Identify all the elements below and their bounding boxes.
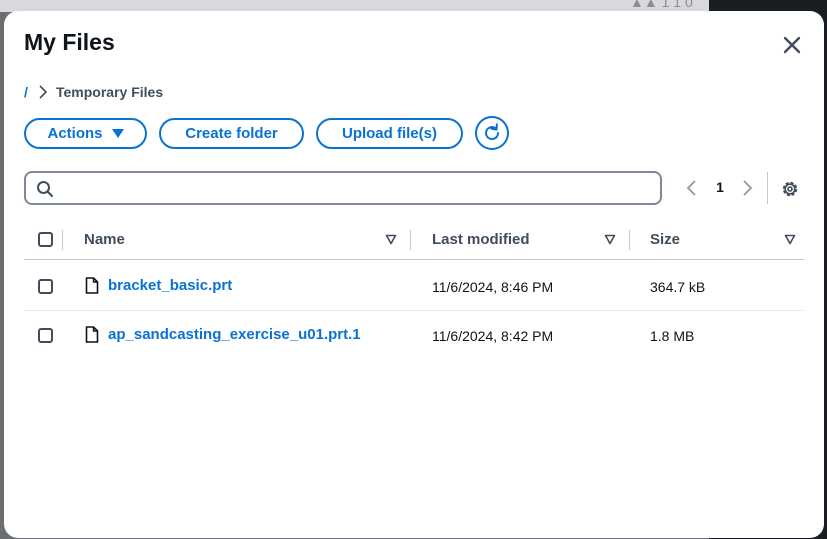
pager-divider	[767, 172, 768, 204]
last-modified-cell: 11/6/2024, 8:46 PM	[432, 279, 554, 295]
row-checkbox[interactable]	[38, 328, 53, 343]
background-app-glyph: ▲▲ 1 1 0	[630, 0, 693, 10]
column-divider	[629, 230, 630, 250]
dialog-title: My Files	[24, 29, 115, 55]
row-checkbox[interactable]	[38, 279, 53, 294]
column-header-size[interactable]: Size	[650, 231, 680, 248]
file-name-link[interactable]: bracket_basic.prt	[108, 277, 232, 294]
gear-icon[interactable]	[780, 179, 800, 199]
file-icon	[85, 277, 99, 294]
next-page-icon[interactable]	[739, 178, 755, 198]
actions-button[interactable]: Actions	[24, 118, 147, 149]
column-divider	[410, 230, 411, 250]
search-icon	[37, 181, 53, 197]
upload-files-button[interactable]: Upload file(s)	[316, 118, 463, 149]
refresh-button[interactable]	[475, 116, 509, 150]
header-separator	[24, 259, 804, 260]
sort-caret-icon[interactable]	[604, 234, 616, 245]
create-folder-button[interactable]: Create folder	[159, 118, 304, 149]
row-separator	[24, 310, 804, 311]
search-input[interactable]	[62, 177, 656, 201]
search-field	[24, 171, 662, 205]
my-files-dialog: My Files / Temporary Files Actions Creat…	[4, 11, 824, 538]
upload-files-label: Upload file(s)	[341, 125, 437, 142]
size-cell: 364.7 kB	[650, 279, 706, 295]
caret-down-icon	[111, 128, 124, 138]
current-page-number[interactable]: 1	[713, 179, 727, 195]
last-modified-cell: 11/6/2024, 8:42 PM	[432, 328, 554, 344]
file-icon	[85, 326, 99, 343]
column-header-last-modified[interactable]: Last modified	[432, 231, 530, 248]
refresh-icon	[485, 123, 500, 141]
breadcrumb-root-link[interactable]: /	[24, 84, 32, 100]
column-divider	[62, 230, 63, 250]
actions-button-label: Actions	[47, 125, 103, 142]
file-name-link[interactable]: ap_sandcasting_exercise_u01.prt.1	[108, 326, 361, 343]
size-cell: 1.8 MB	[650, 328, 695, 344]
chevron-right-icon	[39, 85, 48, 99]
sort-caret-icon[interactable]	[784, 234, 796, 245]
select-all-checkbox[interactable]	[38, 232, 53, 247]
previous-page-icon[interactable]	[684, 178, 700, 198]
close-icon[interactable]	[780, 33, 804, 57]
column-header-name[interactable]: Name	[84, 231, 125, 248]
breadcrumb: / Temporary Files	[24, 83, 163, 101]
sort-caret-icon[interactable]	[385, 234, 397, 245]
create-folder-label: Create folder	[185, 125, 278, 142]
breadcrumb-current: Temporary Files	[56, 84, 164, 100]
